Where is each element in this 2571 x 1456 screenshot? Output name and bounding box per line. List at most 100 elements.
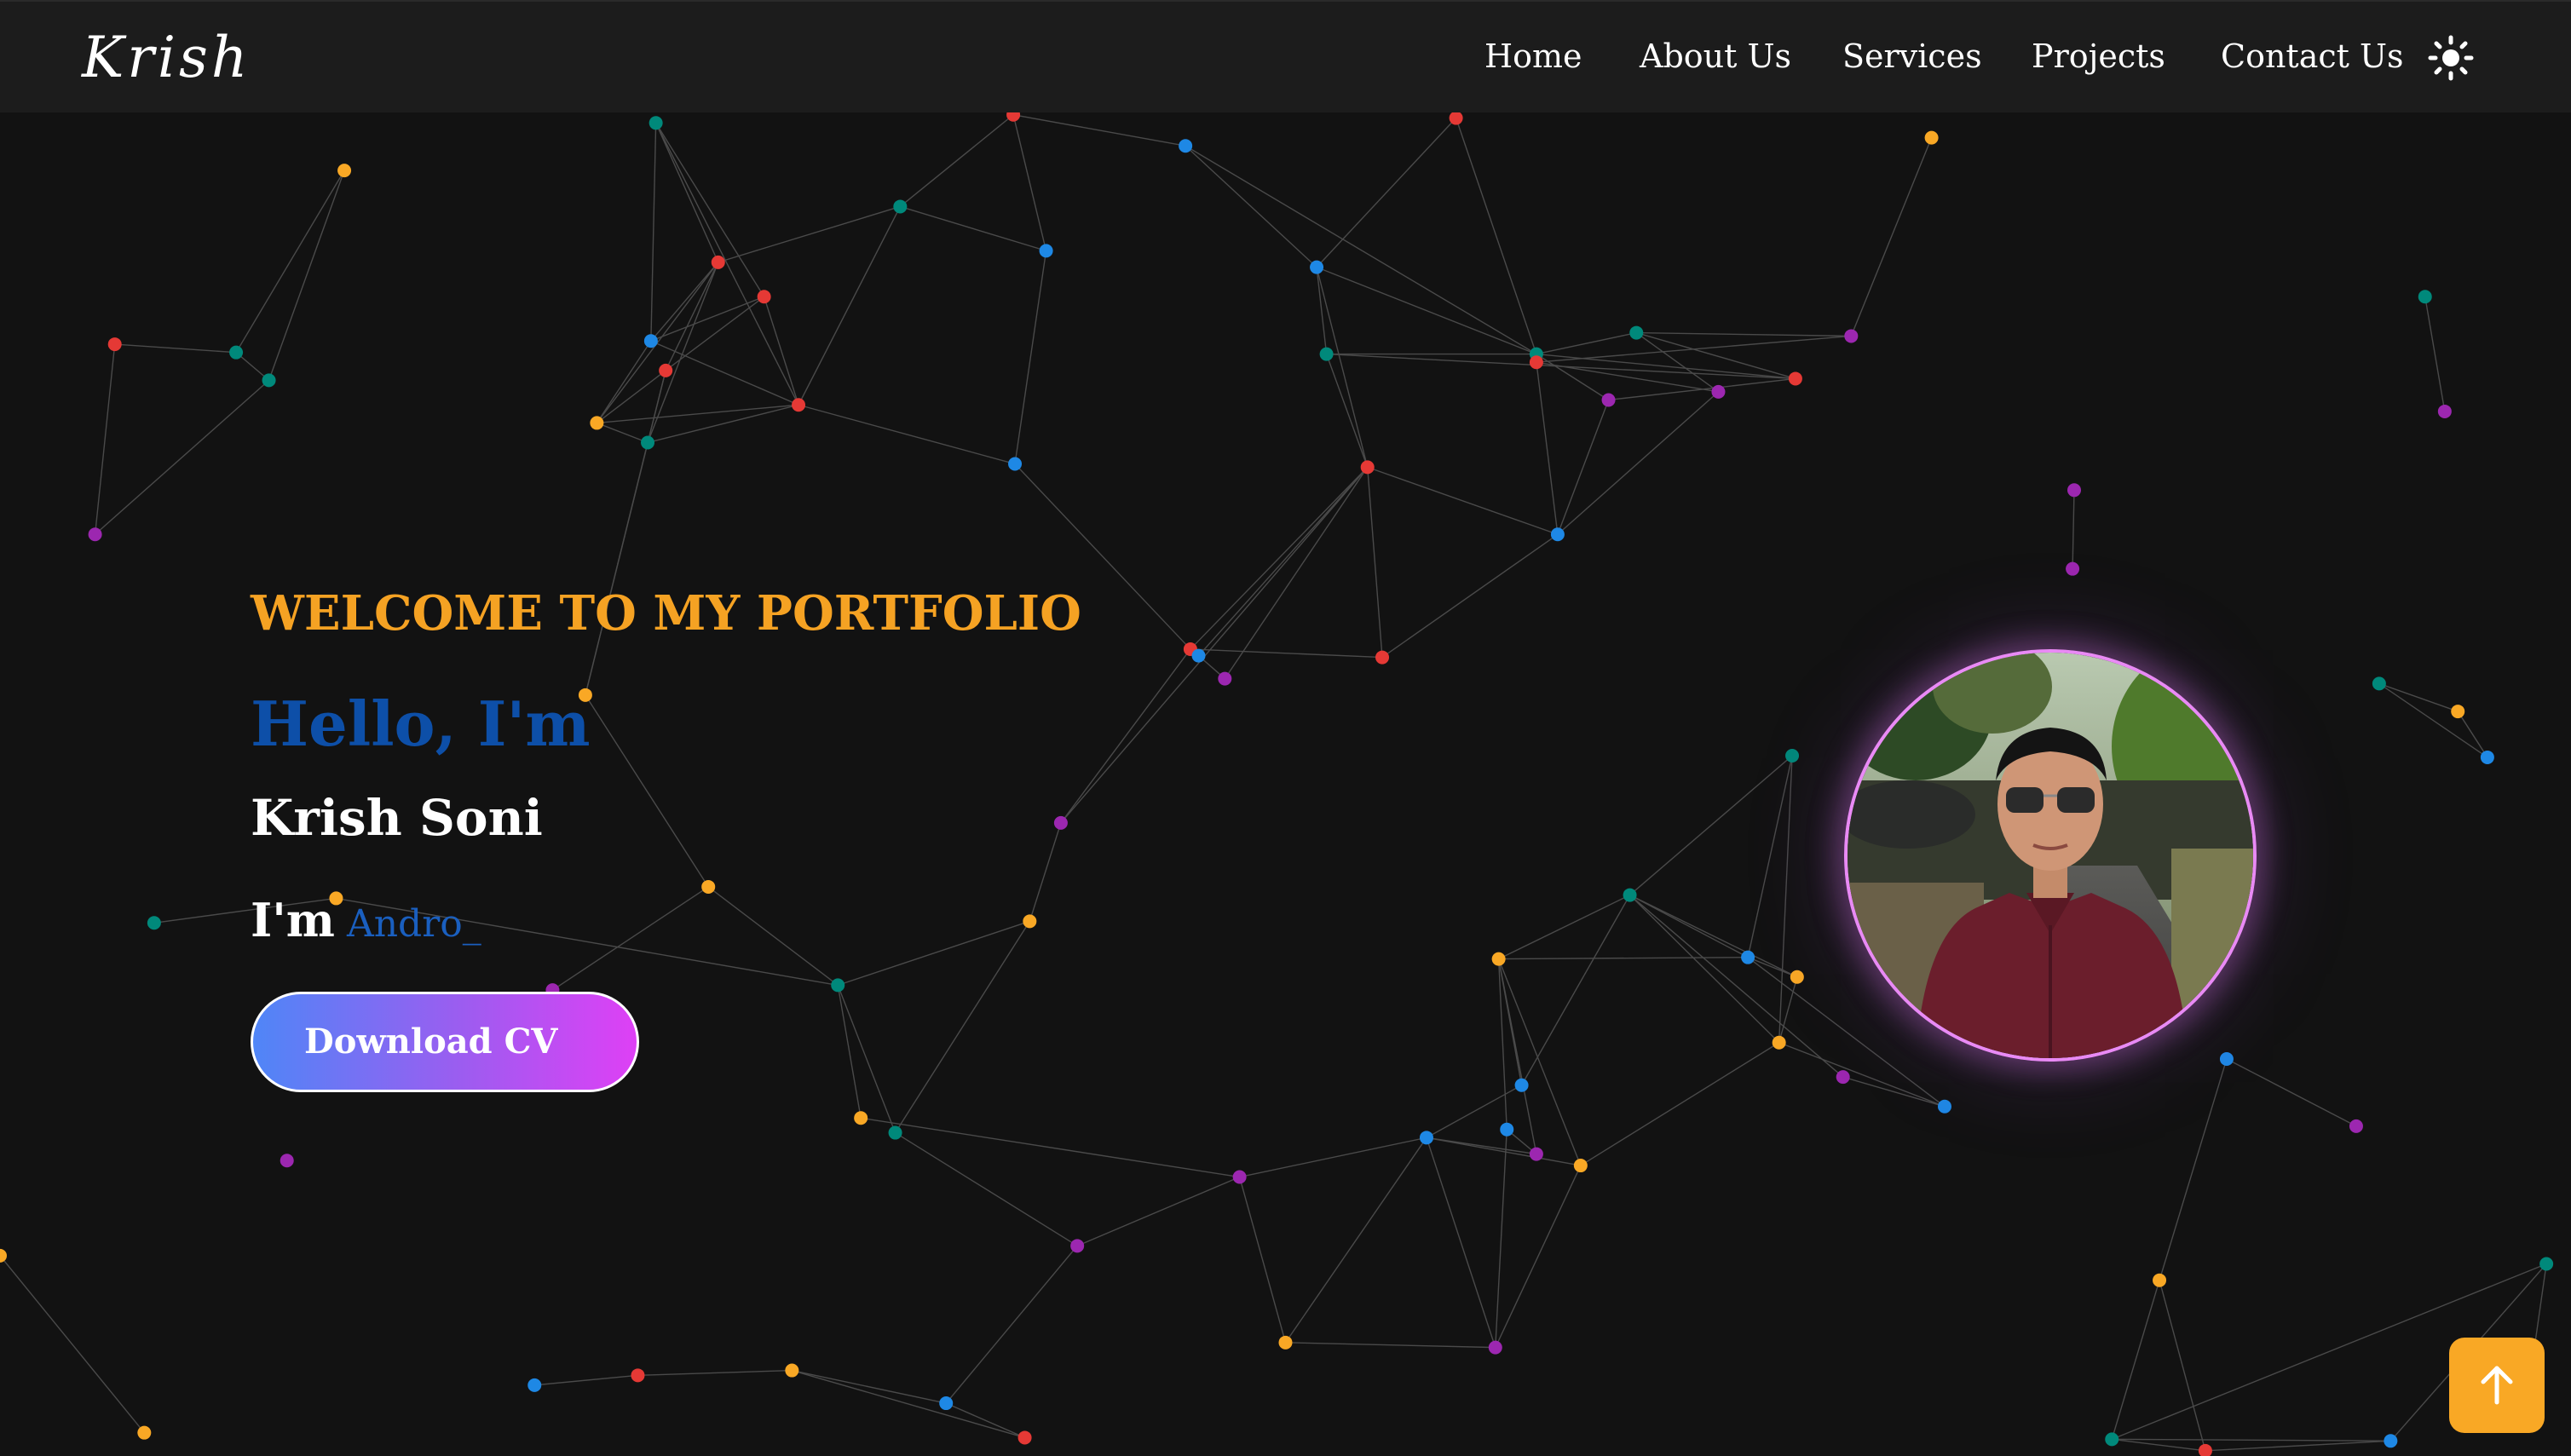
network-link [1190,648,1383,659]
network-particle [1550,527,1565,542]
network-link [837,985,896,1133]
network-link [534,1374,638,1386]
network-link [2112,1438,2206,1452]
network-particle [2451,705,2465,719]
network-link [596,340,652,423]
network-link [552,886,709,991]
network-particle [1772,1035,1786,1050]
network-particle [2067,483,2081,498]
nav-menu: Home About Us Services Projects Contact … [1449,2,2471,114]
network-link [1185,145,1317,268]
network-link [1842,1076,1946,1108]
network-particle [854,1111,868,1125]
network-particle [1629,325,1644,340]
network-link [837,920,1030,987]
network-link [1381,533,1559,659]
welcome-heading: WELCOME TO MY PORTFOLIO [251,585,1081,642]
network-link [1284,1137,1427,1344]
network-link [1536,353,1796,380]
network-link [763,296,799,406]
network-particle [1711,384,1726,399]
network-particle [2539,1257,2554,1271]
network-particle [1601,393,1616,407]
network-particle [1191,648,1206,663]
network-link [1498,894,1630,960]
network-link [1060,466,1369,824]
network-particle [1008,457,1023,471]
network-link [718,205,901,263]
network-particle [2198,1443,2212,1456]
nav-link-home[interactable]: Home [1484,32,1582,80]
network-particle [1785,749,1800,763]
network-particle [2372,676,2386,691]
network-particle [1039,244,1053,258]
nav-link-services[interactable]: Services [1842,32,1982,80]
network-link [1060,648,1191,824]
network-particle [1790,970,1804,984]
network-link [2205,1440,2391,1452]
site-logo[interactable]: Krish [82,20,251,95]
network-link [655,123,719,263]
network-link [1455,118,1537,354]
network-particle [893,199,908,214]
network-link [1747,755,1793,958]
network-link [861,1117,1240,1178]
network-link [899,114,1014,207]
network-particle [1310,260,1324,274]
network-link [2378,682,2488,758]
network-link [1238,1177,1287,1344]
network-link [665,296,765,371]
network-particle [1937,1099,1951,1114]
network-link [798,206,901,406]
network-link [597,404,799,424]
scroll-to-top-button[interactable] [2449,1338,2545,1433]
page-root: Krish Home About Us Services Projects Co… [0,0,2571,1456]
network-particle [1218,671,1232,686]
network-link [235,170,345,354]
network-particle [1360,460,1375,475]
network-link [650,340,799,406]
owner-name: Krish Soni [251,789,543,847]
profile-avatar [1844,649,2257,1062]
network-link [1635,332,1719,393]
nav-link-projects[interactable]: Projects [2032,32,2165,80]
network-particle [1836,1070,1850,1085]
network-particle [1788,371,1802,386]
network-particle [643,334,658,348]
network-link [792,1369,1025,1439]
network-link [1580,1042,1780,1166]
network-particle [2066,561,2080,576]
network-link [2159,1280,2206,1452]
network-link [1239,1137,1427,1178]
network-link [0,1255,145,1434]
theme-toggle-button[interactable] [2427,34,2475,82]
network-particle [1023,914,1037,929]
network-link [2226,1058,2357,1127]
network-particle [229,345,244,360]
network-particle [1844,329,1859,343]
network-particle [888,1125,902,1140]
network-link [2112,1438,2391,1442]
nav-link-about-us[interactable]: About Us [1640,32,1791,80]
network-particle [792,398,806,412]
network-particle [590,416,604,430]
network-link [665,262,719,371]
download-cv-button[interactable]: Download CV [251,992,639,1092]
network-particle [107,337,122,352]
network-particle [2349,1119,2363,1133]
network-particle [2418,290,2432,304]
network-link [1629,894,1798,978]
network-particle [137,1425,152,1440]
network-particle [1319,347,1334,361]
network-particle [2384,1434,2398,1448]
network-link [650,296,764,342]
network-link [655,122,799,406]
network-link [114,343,237,354]
network-link [94,343,116,535]
nav-link-contact-us[interactable]: Contact Us [2221,32,2404,80]
network-link [900,205,1046,252]
network-link [1316,267,1369,468]
network-link [1076,1176,1240,1246]
network-particle [1741,950,1755,964]
network-particle [831,978,845,993]
